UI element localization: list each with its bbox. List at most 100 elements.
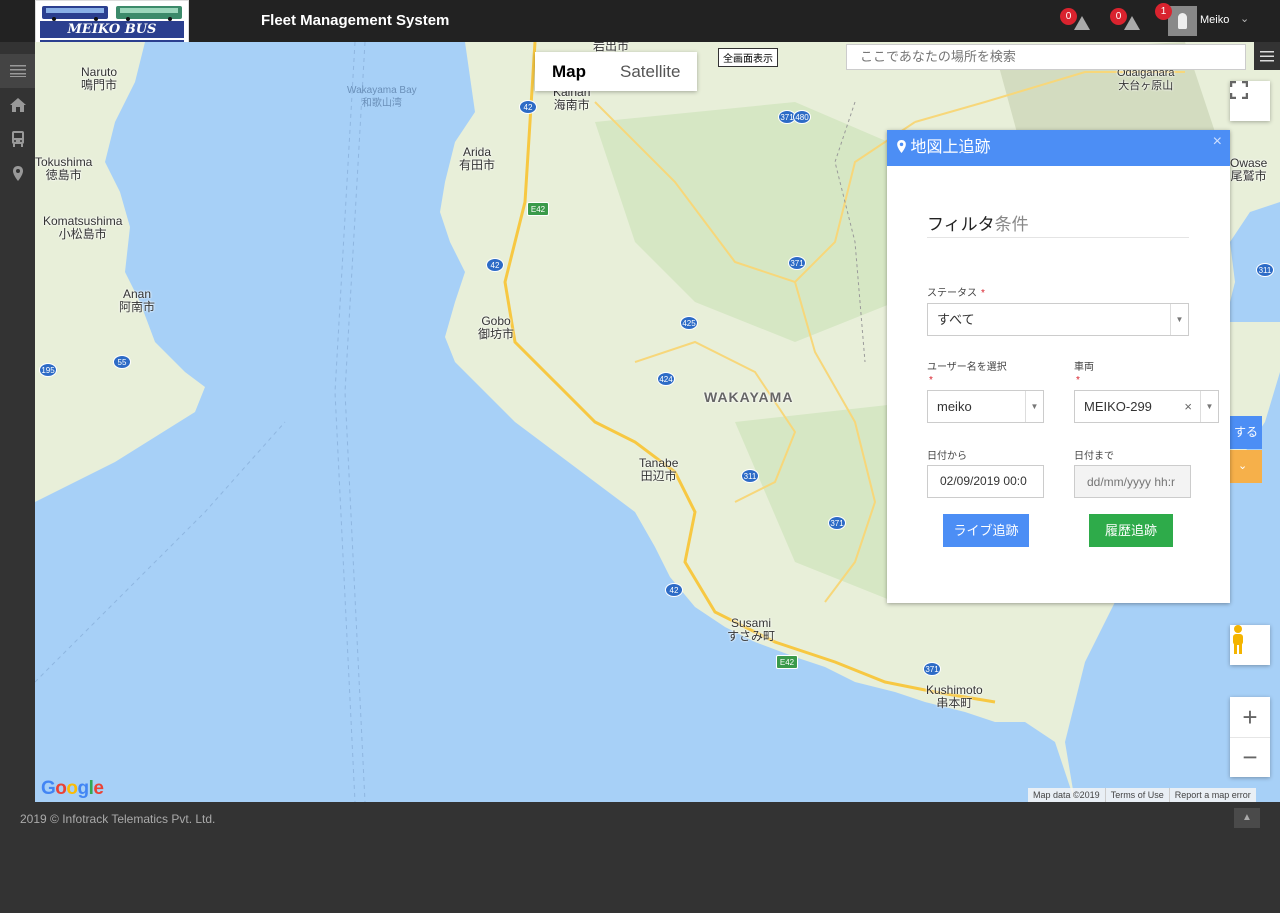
minus-icon: − [1242, 742, 1258, 772]
route-shield: 371 [828, 516, 846, 530]
pegman-icon [1233, 625, 1243, 654]
place-label: Susami すさみ町 [727, 616, 776, 643]
place-label: Tanabe 田辺市 [639, 456, 679, 483]
sidebar-item-location[interactable] [0, 156, 35, 190]
side-expand-tab[interactable]: ⌄ [1230, 450, 1262, 483]
date-from-label: 日付から [927, 451, 967, 462]
panel-header: 地図上追跡 × [887, 130, 1230, 166]
top-bar: MEIKO BUS Fleet Management System 0 0 1 … [0, 0, 1280, 44]
water-label: Wakayama Bay 和歌山湾 [347, 85, 417, 109]
live-tracking-button[interactable]: ライブ追跡 [943, 514, 1029, 547]
menu-icon [1260, 50, 1274, 61]
map-type-map-button[interactable]: Map [535, 52, 603, 91]
map-type-satellite-button[interactable]: Satellite [603, 52, 697, 91]
route-shield: 42 [519, 100, 537, 114]
route-shield: E42 [776, 655, 798, 669]
route-shield: 42 [486, 258, 504, 272]
user-name: Meiko [1200, 14, 1230, 26]
required-mark: * [1076, 375, 1080, 386]
user-badge: 1 [1155, 3, 1172, 20]
place-label: Komatsushima 小松島市 [43, 214, 123, 241]
side-action-tab[interactable]: する [1230, 416, 1262, 449]
vehicle-select[interactable]: MEIKO-299 × ▼ [1074, 390, 1219, 423]
place-label: Tokushima 徳島市 [35, 155, 93, 182]
footer: 2019 © Infotrack Telematics Pvt. Ltd. ▲ [0, 802, 1280, 913]
route-shield: 424 [657, 372, 675, 386]
street-view-pegman[interactable] [1230, 625, 1270, 665]
user-select-label: ユーザー名を選択 [927, 362, 1007, 373]
report-map-error-link[interactable]: Report a map error [1168, 788, 1256, 802]
sidebar-item-bus[interactable] [0, 122, 35, 156]
history-tracking-button[interactable]: 履歴追跡 [1089, 514, 1173, 547]
map-attribution: Map data ©2019 Terms of Use Report a map… [1028, 788, 1256, 802]
chevron-down-icon: ⌄ [1240, 13, 1250, 25]
vehicle-label: 車両 [1074, 362, 1094, 373]
place-label: Kushimoto 串本町 [926, 683, 983, 710]
place-label: Naruto 鳴門市 [81, 65, 118, 92]
zoom-out-button[interactable]: − [1230, 737, 1270, 777]
chevron-up-icon: ▲ [1242, 812, 1252, 823]
scroll-top-button[interactable]: ▲ [1234, 808, 1260, 828]
plus-icon: + [1242, 701, 1258, 732]
route-shield: 480 [793, 110, 811, 124]
sidebar-menu-toggle[interactable] [0, 54, 35, 88]
bus-image-icon [42, 6, 182, 21]
app-title: Fleet Management System [261, 12, 450, 29]
zoom-in-button[interactable]: + [1230, 697, 1270, 737]
location-pin-icon [12, 165, 23, 181]
fullscreen-display-button[interactable]: 全画面表示 [718, 48, 778, 67]
place-label: Gobo 御坊市 [478, 314, 515, 341]
fullscreen-icon [1230, 81, 1248, 99]
copyright-text: 2019 © Infotrack Telematics Pvt. Ltd. [20, 812, 216, 826]
route-shield: 311 [1256, 263, 1274, 277]
dropdown-arrow-icon: ▼ [1025, 391, 1043, 422]
route-shield: 425 [680, 316, 698, 330]
route-shield: 42 [665, 583, 683, 597]
map-type-toggle: Map Satellite [535, 52, 698, 91]
route-shield: 311 [741, 469, 759, 483]
date-from-input[interactable]: 02/09/2019 00:0 [927, 465, 1044, 498]
user-select[interactable]: meiko ▼ [927, 390, 1044, 423]
place-label: Owase 尾鷲市 [1230, 156, 1268, 183]
location-pin-icon [897, 140, 906, 153]
clear-icon[interactable]: × [1184, 391, 1192, 422]
warning-notification-button[interactable]: 0 [1110, 8, 1142, 34]
place-label: Anan 阿南市 [119, 287, 156, 314]
left-sidebar [0, 42, 35, 802]
place-label: Arida 有田市 [459, 145, 496, 172]
route-shield: 55 [113, 355, 131, 369]
panel-title: 地図上追跡 [910, 139, 991, 156]
google-logo: Google [41, 778, 104, 799]
fullscreen-button[interactable] [1230, 81, 1270, 121]
terms-of-use-link[interactable]: Terms of Use [1104, 788, 1169, 802]
chevron-down-icon: ⌄ [1238, 460, 1248, 472]
dropdown-arrow-icon: ▼ [1170, 304, 1188, 335]
route-shield: 371 [788, 256, 806, 270]
region-label: WAKAYAMA [704, 389, 794, 405]
route-shield: 371 [923, 662, 941, 676]
map-data-text: Map data ©2019 [1033, 790, 1100, 800]
dropdown-arrow-icon: ▼ [1200, 391, 1218, 422]
map-search-input[interactable] [846, 44, 1246, 70]
meiko-bus-logo[interactable]: MEIKO BUS [35, 0, 189, 44]
date-to-label: 日付まで [1074, 451, 1114, 462]
home-icon [9, 98, 26, 112]
menu-icon [9, 65, 26, 77]
right-menu-button[interactable] [1254, 42, 1280, 70]
close-icon[interactable]: × [1213, 124, 1222, 160]
sidebar-item-home[interactable] [0, 88, 35, 122]
alert-notification-button[interactable]: 0 [1060, 8, 1092, 34]
required-mark: * [929, 375, 933, 386]
date-to-input[interactable] [1074, 465, 1191, 498]
status-label: ステータス * [927, 288, 985, 299]
map-tracking-panel: 地図上追跡 × フィルタ条件 ステータス * すべて ▼ ユーザー名を選択 * m… [887, 130, 1230, 603]
filter-heading: フィルタ条件 [927, 210, 1189, 238]
route-shield: E42 [527, 202, 549, 216]
alert-count-badge: 0 [1060, 8, 1077, 25]
status-select[interactable]: すべて ▼ [927, 303, 1189, 336]
bus-icon [11, 131, 24, 147]
zoom-control: + − [1230, 697, 1270, 777]
place-label: Odaigahara 大台ヶ原山 [1117, 67, 1175, 92]
avatar [1168, 6, 1197, 36]
warning-count-badge: 0 [1110, 8, 1127, 25]
